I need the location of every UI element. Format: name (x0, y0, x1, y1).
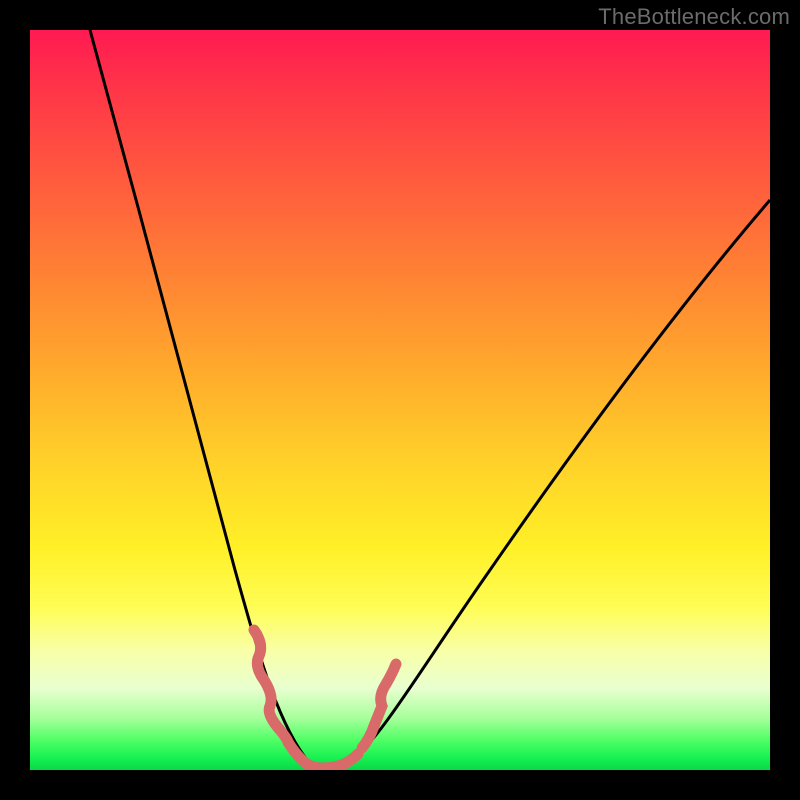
left-wiggle-overlay (254, 630, 288, 742)
curve-layer (30, 30, 770, 770)
bottleneck-curve (90, 30, 770, 769)
watermark-text: TheBottleneck.com (598, 4, 790, 30)
chart-frame: TheBottleneck.com (0, 0, 800, 800)
right-wiggle-overlay (362, 664, 396, 748)
plot-area (30, 30, 770, 770)
